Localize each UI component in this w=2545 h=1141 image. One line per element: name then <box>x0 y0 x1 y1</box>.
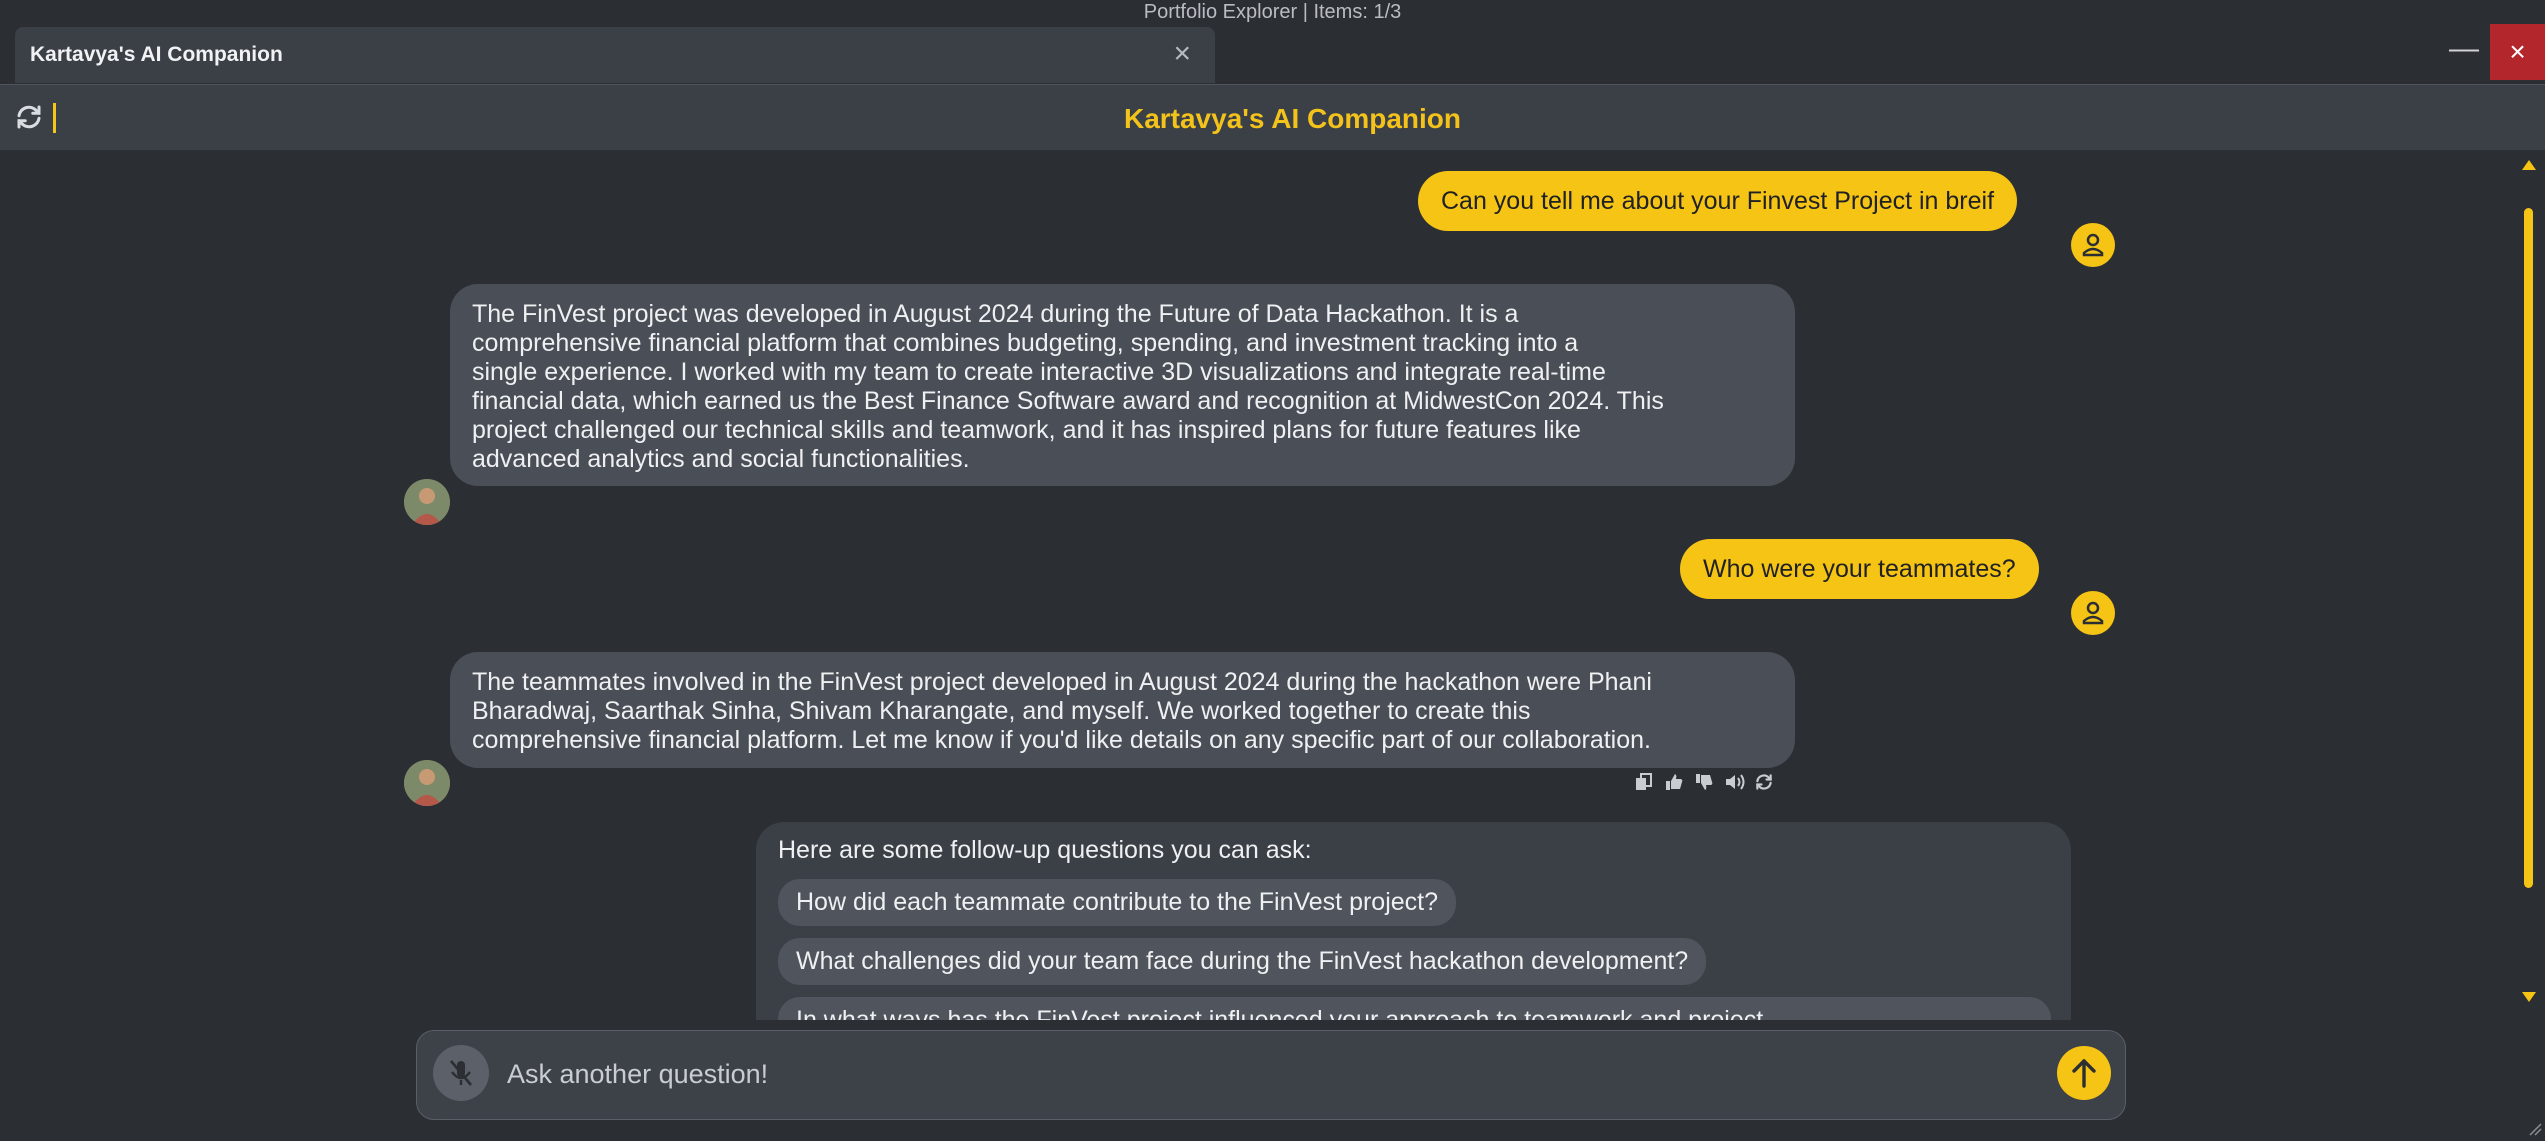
mic-muted-button[interactable] <box>433 1045 489 1101</box>
followup-title: Here are some follow-up questions you ca… <box>778 836 1312 864</box>
composer <box>416 1030 2126 1120</box>
followup-suggestion[interactable]: In what ways has the FinVest project inf… <box>778 997 2051 1020</box>
message-line: single experience. I worked with my team… <box>472 358 1606 386</box>
message-line: The teammates involved in the FinVest pr… <box>472 668 1652 696</box>
message-line: comprehensive financial platform. Let me… <box>472 726 1651 754</box>
chat-scrollbar[interactable] <box>2522 160 2536 1010</box>
message-actions <box>1634 772 1774 792</box>
regenerate-icon[interactable] <box>1754 772 1774 792</box>
assistant-message: The teammates involved in the FinVest pr… <box>450 652 1795 768</box>
close-window-button[interactable]: × <box>2490 24 2545 80</box>
user-avatar-icon <box>2071 591 2115 635</box>
user-message: Who were your teammates? <box>1680 539 2039 599</box>
tab-title: Kartavya's AI Companion <box>30 43 283 66</box>
app-header: Kartavya's AI Companion <box>0 84 2545 150</box>
followup-suggestion[interactable]: How did each teammate contribute to the … <box>778 879 1457 926</box>
tab-close-icon[interactable]: × <box>1173 37 1191 71</box>
message-line: The FinVest project was developed in Aug… <box>472 300 1519 328</box>
send-button[interactable] <box>2057 1046 2111 1100</box>
user-avatar-icon <box>2071 223 2115 267</box>
thumbs-up-icon[interactable] <box>1664 772 1684 792</box>
assistant-avatar <box>404 479 450 525</box>
user-message: Can you tell me about your Finvest Proje… <box>1418 171 2018 231</box>
message-line: comprehensive financial platform that co… <box>472 329 1579 357</box>
question-input[interactable] <box>507 1049 1957 1099</box>
app-tab[interactable]: Kartavya's AI Companion × <box>15 27 1215 83</box>
thumbs-down-icon[interactable] <box>1694 772 1714 792</box>
assistant-avatar <box>404 760 450 806</box>
scroll-up-icon[interactable] <box>2522 160 2536 170</box>
scroll-down-icon[interactable] <box>2522 992 2536 1002</box>
chat-log: Can you tell me about your Finvest Proje… <box>0 150 2530 1020</box>
message-line: advanced analytics and social functional… <box>472 445 970 473</box>
minimize-button[interactable]: — <box>2434 24 2494 80</box>
assistant-message: The FinVest project was developed in Aug… <box>450 284 1795 486</box>
page-title: Kartavya's AI Companion <box>1123 103 1462 134</box>
message-line: Bharadwaj, Saarthak Sinha, Shivam Kharan… <box>472 697 1531 725</box>
message-line: project challenged our technical skills … <box>472 416 1581 444</box>
scroll-thumb[interactable] <box>2524 208 2533 888</box>
window-title: Portfolio Explorer | Items: 1/3 <box>1143 1 1402 23</box>
followup-panel: Here are some follow-up questions you ca… <box>756 822 2071 1020</box>
copy-icon[interactable] <box>1634 772 1654 792</box>
message-line: financial data, which earned us the Best… <box>472 387 1664 415</box>
followup-suggestion[interactable]: What challenges did your team face durin… <box>778 938 1707 985</box>
speaker-icon[interactable] <box>1724 772 1745 792</box>
resize-grip-icon[interactable] <box>2528 1122 2542 1136</box>
